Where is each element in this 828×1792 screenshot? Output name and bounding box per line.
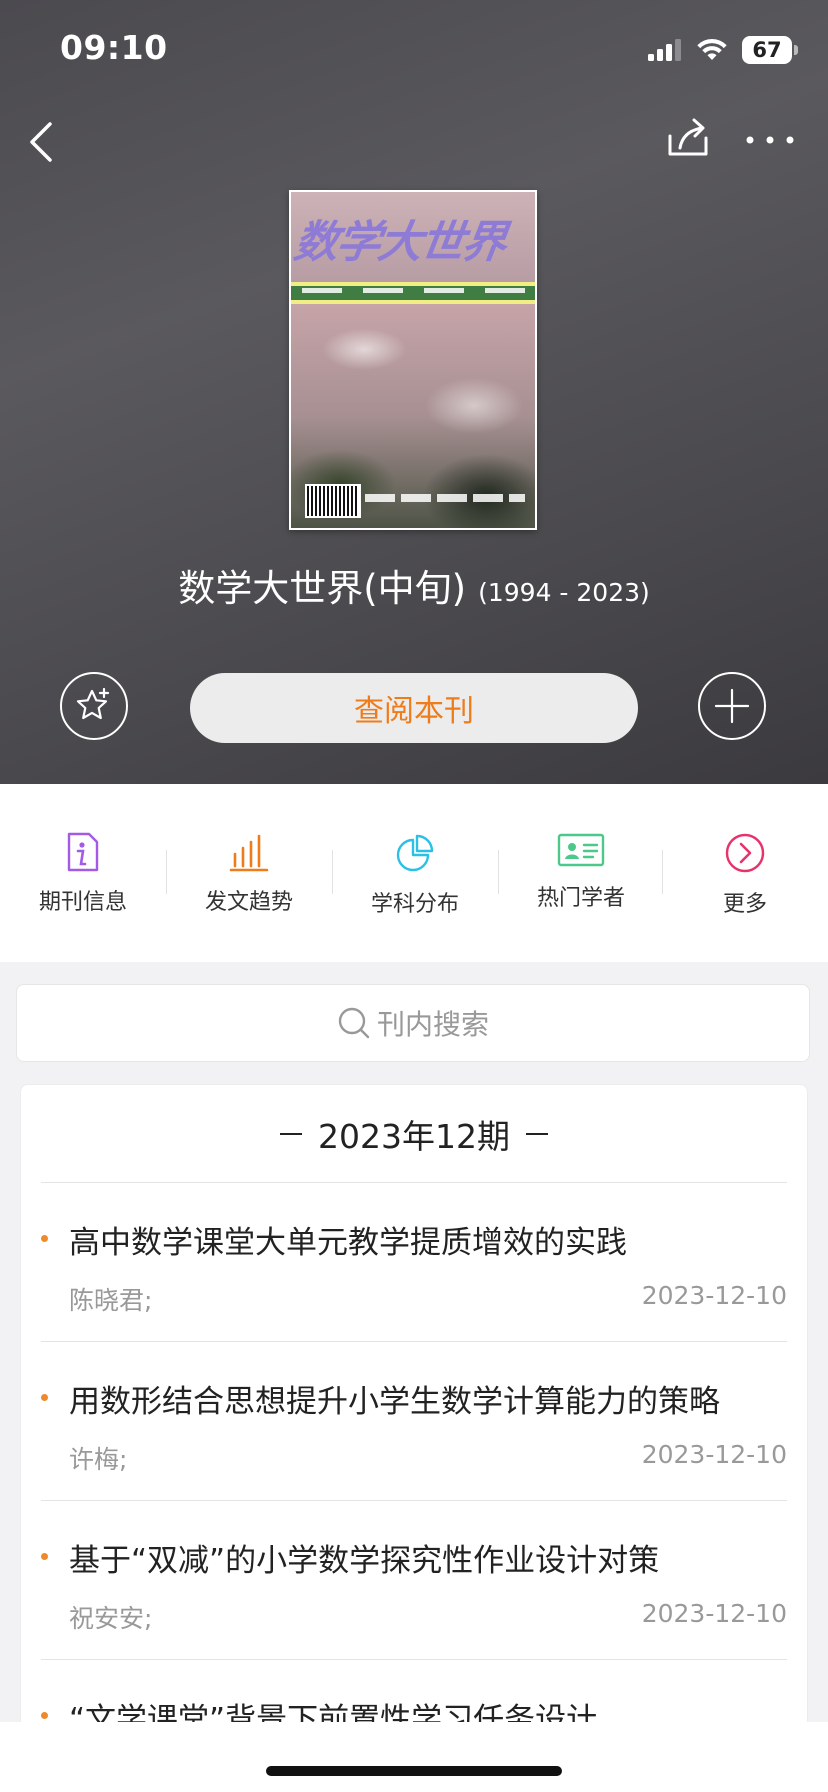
journal-name: 数学大世界(中旬) — [178, 567, 467, 610]
battery-indicator: 67 — [742, 36, 798, 64]
cover-barcode — [305, 484, 361, 518]
journal-search-input[interactable]: 刊内搜索 — [16, 984, 810, 1062]
func-label: 期刊信息 — [38, 890, 127, 915]
func-label: 更多 — [722, 892, 767, 917]
article-title: 基于“双减”的小学数学探究性作业设计对策 — [69, 1543, 660, 1579]
article-author: 祝安安; — [69, 1604, 153, 1633]
chevron-circle-icon — [725, 833, 765, 873]
func-more[interactable]: 更多 — [662, 832, 828, 918]
func-journal-info[interactable]: 期刊信息 — [0, 832, 166, 916]
article-date: 2023-12-10 — [641, 1440, 787, 1469]
id-card-icon — [557, 833, 605, 867]
article-date: 2023-12-10 — [641, 1281, 787, 1310]
signal-icon — [648, 39, 681, 61]
add-button[interactable] — [698, 672, 766, 740]
article-date: 2023-12-10 — [641, 1599, 787, 1628]
read-journal-button[interactable]: 查阅本刊 — [190, 673, 638, 743]
battery-level: 67 — [752, 38, 782, 62]
share-icon[interactable] — [664, 114, 712, 164]
article-item[interactable]: 用数形结合思想提升小学生数学计算能力的策略 许梅; 2023-12-10 — [41, 1342, 787, 1501]
article-author: 许梅; — [69, 1445, 128, 1474]
article-item[interactable]: 高中数学课堂大单元教学提质增效的实践 陈晓君; 2023-12-10 — [41, 1183, 787, 1342]
article-title: 高中数学课堂大单元教学提质增效的实践 — [69, 1225, 627, 1261]
issue-label: 2023年12期 — [318, 1116, 510, 1156]
func-popular-scholars[interactable]: 热门学者 — [498, 832, 664, 912]
status-time: 09:10 — [60, 28, 168, 67]
article-title: 用数形结合思想提升小学生数学计算能力的策略 — [69, 1384, 720, 1420]
func-label: 发文趋势 — [204, 890, 293, 915]
article-item[interactable]: “文学课堂”背景下前置性学习任务设计 — [41, 1660, 787, 1724]
search-icon — [338, 1007, 370, 1039]
journal-years: (1994 - 2023) — [478, 578, 650, 607]
article-author: 陈晓君; — [69, 1286, 153, 1315]
func-publication-trend[interactable]: 发文趋势 — [166, 832, 332, 916]
issue-card: 2023年12期 高中数学课堂大单元教学提质增效的实践 陈晓君; 2023-12… — [20, 1084, 808, 1724]
journal-header: 09:10 67 数学大世界 数学大世界(中旬) (1994 - 2023) 查… — [0, 0, 828, 784]
journal-title: 数学大世界(中旬) (1994 - 2023) — [0, 558, 828, 612]
more-icon[interactable] — [742, 122, 798, 158]
search-placeholder: 刊内搜索 — [376, 1008, 489, 1041]
journal-cover: 数学大世界 — [289, 190, 537, 530]
func-subject-distribution[interactable]: 学科分布 — [332, 832, 498, 918]
bar-chart-icon — [229, 834, 269, 872]
pie-chart-icon — [396, 834, 434, 872]
back-icon[interactable] — [20, 116, 64, 168]
info-doc-icon — [67, 832, 99, 872]
article-title: “文学课堂”背景下前置性学习任务设计 — [69, 1702, 598, 1724]
wifi-icon — [697, 38, 727, 60]
cover-masthead: 数学大世界 — [290, 217, 508, 268]
article-item[interactable]: 基于“双减”的小学数学探究性作业设计对策 祝安安; 2023-12-10 — [41, 1501, 787, 1660]
plus-icon — [714, 688, 750, 724]
func-label: 学科分布 — [370, 892, 459, 917]
status-icons: 67 — [648, 30, 798, 70]
func-label: 热门学者 — [536, 886, 625, 911]
issue-header[interactable]: 2023年12期 — [41, 1085, 787, 1183]
favorite-button[interactable] — [60, 672, 128, 740]
home-indicator[interactable] — [266, 1766, 562, 1776]
function-row: 期刊信息 发文趋势 学科分布 热门学者 更多 — [0, 784, 828, 962]
star-plus-icon — [76, 687, 110, 720]
